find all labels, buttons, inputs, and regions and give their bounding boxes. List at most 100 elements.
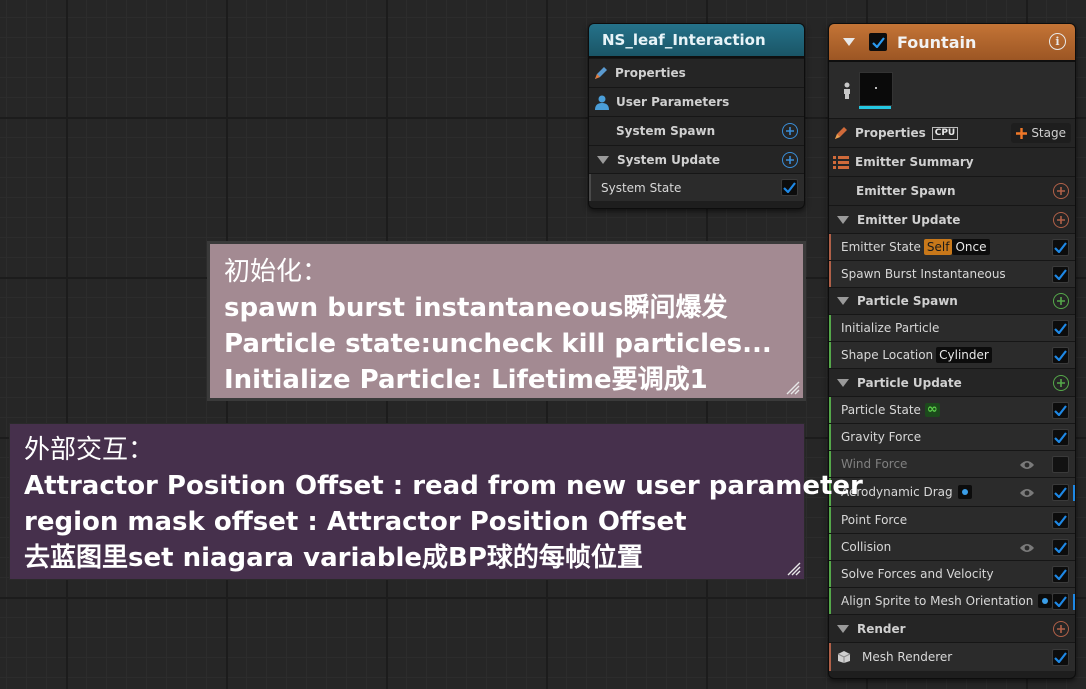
shape-location-checkbox[interactable] bbox=[1052, 347, 1069, 364]
collision-checkbox[interactable] bbox=[1052, 539, 1069, 556]
collapse-triangle-icon[interactable] bbox=[837, 378, 849, 387]
selection-marker bbox=[1073, 485, 1075, 501]
system-state-row[interactable]: System State bbox=[589, 173, 804, 201]
collapse-triangle-icon[interactable] bbox=[837, 297, 849, 305]
check-icon bbox=[1054, 432, 1067, 443]
shape-location-row[interactable]: Shape Location Cylinder bbox=[829, 341, 1075, 368]
mesh-renderer-row[interactable]: Mesh Renderer bbox=[829, 642, 1075, 671]
system-spawn-row[interactable]: System Spawn bbox=[589, 116, 804, 145]
emitter-update-row[interactable]: Emitter Update bbox=[829, 205, 1075, 233]
initialize-particle-label: Initialize Particle bbox=[841, 321, 940, 335]
emitter-title: Fountain bbox=[897, 32, 977, 52]
emitter-state-checkbox[interactable] bbox=[1052, 239, 1069, 256]
particle-update-row[interactable]: Particle Update bbox=[829, 368, 1075, 396]
comment-line: Attractor Position Offset : read from ne… bbox=[24, 471, 863, 501]
initialize-particle-row[interactable]: Initialize Particle bbox=[829, 314, 1075, 341]
stage-button[interactable]: Stage bbox=[1011, 123, 1071, 143]
user-parameters-label: User Parameters bbox=[616, 95, 730, 109]
comment-line: Particle state:uncheck kill particles... bbox=[224, 329, 772, 359]
add-particle-spawn-icon[interactable] bbox=[1053, 293, 1069, 309]
cube-icon bbox=[837, 651, 851, 663]
add-particle-update-icon[interactable] bbox=[1053, 375, 1069, 391]
spawn-burst-checkbox[interactable] bbox=[1052, 266, 1069, 283]
comment-box-initialization[interactable]: 初始化： spawn burst instantaneous瞬间爆发 Parti… bbox=[207, 241, 806, 401]
info-icon[interactable]: i bbox=[1049, 33, 1066, 50]
eye-icon[interactable] bbox=[1019, 459, 1035, 471]
once-badge: Once bbox=[952, 239, 990, 255]
emitter-spawn-row[interactable]: Emitter Spawn bbox=[829, 176, 1075, 205]
mesh-renderer-checkbox[interactable] bbox=[1052, 649, 1069, 666]
plus-icon bbox=[1016, 127, 1028, 139]
thumbnail-selected-underline bbox=[859, 106, 891, 109]
add-system-spawn-icon[interactable] bbox=[782, 123, 798, 139]
system-spawn-label: System Spawn bbox=[616, 124, 716, 138]
add-emitter-spawn-icon[interactable] bbox=[1053, 183, 1069, 199]
aerodynamic-drag-row[interactable]: Aerodynamic Drag bbox=[829, 477, 1075, 506]
particle-state-checkbox[interactable] bbox=[1052, 402, 1069, 419]
eye-icon[interactable] bbox=[1019, 487, 1035, 499]
particle-state-row[interactable]: Particle State ∞ bbox=[829, 396, 1075, 423]
system-state-checkbox[interactable] bbox=[781, 179, 798, 196]
system-update-row[interactable]: System Update bbox=[589, 145, 804, 173]
solve-forces-row[interactable]: Solve Forces and Velocity bbox=[829, 560, 1075, 587]
particle-spawn-row[interactable]: Particle Spawn bbox=[829, 287, 1075, 314]
gravity-force-row[interactable]: Gravity Force bbox=[829, 423, 1075, 450]
comment-line: Initialize Particle: Lifetime要调成1 bbox=[224, 365, 708, 395]
point-force-row[interactable]: Point Force bbox=[829, 506, 1075, 533]
collapse-triangle-icon[interactable] bbox=[837, 215, 849, 224]
spawn-burst-row[interactable]: Spawn Burst Instantaneous bbox=[829, 260, 1075, 287]
wind-force-checkbox[interactable] bbox=[1052, 456, 1069, 473]
pencil-icon bbox=[835, 127, 847, 139]
emitter-update-label: Emitter Update bbox=[857, 212, 961, 227]
system-node[interactable]: NS_leaf_Interaction Properties User Para… bbox=[588, 23, 805, 209]
emitter-node-header[interactable]: Fountain i bbox=[829, 24, 1075, 62]
emitter-enabled-checkbox[interactable] bbox=[869, 33, 887, 51]
aerodynamic-drag-checkbox[interactable] bbox=[1052, 484, 1069, 501]
check-icon bbox=[1054, 350, 1067, 361]
emitter-summary-row[interactable]: Emitter Summary bbox=[829, 147, 1075, 176]
emitter-properties-row[interactable]: Properties CPU Stage bbox=[829, 118, 1075, 147]
user-parameters-row[interactable]: User Parameters bbox=[589, 87, 804, 116]
emitter-spawn-label: Emitter Spawn bbox=[856, 184, 956, 198]
emitter-state-row[interactable]: Emitter State Self Once bbox=[829, 233, 1075, 260]
resize-grip-icon[interactable] bbox=[786, 381, 800, 395]
check-icon bbox=[783, 182, 796, 193]
comment-box-interaction[interactable]: 外部交互： Attractor Position Offset : read f… bbox=[9, 423, 863, 580]
comment-line: region mask offset : Attractor Position … bbox=[24, 507, 687, 537]
check-icon bbox=[1054, 542, 1067, 553]
collision-row[interactable]: Collision bbox=[829, 533, 1075, 560]
render-row[interactable]: Render bbox=[829, 614, 1075, 642]
add-system-update-icon[interactable] bbox=[782, 152, 798, 168]
collapse-triangle-icon[interactable] bbox=[597, 155, 609, 164]
system-node-title: NS_leaf_Interaction bbox=[602, 31, 766, 49]
shape-location-label: Shape Location bbox=[841, 348, 934, 362]
align-sprite-row[interactable]: Align Sprite to Mesh Orientation bbox=[829, 587, 1075, 614]
emitter-thumbnail[interactable] bbox=[859, 72, 893, 106]
emitter-node[interactable]: Fountain i Properties CPU Stage Emitter … bbox=[828, 23, 1076, 679]
pencil-icon bbox=[595, 67, 607, 79]
system-node-header[interactable]: NS_leaf_Interaction bbox=[589, 24, 804, 58]
align-sprite-checkbox[interactable] bbox=[1052, 593, 1069, 610]
add-renderer-icon[interactable] bbox=[1053, 621, 1069, 637]
emitter-collapse-triangle-icon[interactable] bbox=[843, 38, 855, 46]
check-icon bbox=[1054, 652, 1067, 663]
initialize-particle-checkbox[interactable] bbox=[1052, 320, 1069, 337]
gravity-force-checkbox[interactable] bbox=[1052, 429, 1069, 446]
align-sprite-label: Align Sprite to Mesh Orientation bbox=[841, 594, 1034, 608]
point-force-label: Point Force bbox=[841, 513, 908, 527]
resize-grip-icon[interactable] bbox=[787, 562, 801, 576]
system-state-label: System State bbox=[601, 180, 682, 195]
linked-input-icon bbox=[957, 485, 972, 499]
eye-icon[interactable] bbox=[1019, 542, 1035, 554]
system-properties-label: Properties bbox=[615, 66, 686, 80]
cpu-icon: CPU bbox=[931, 126, 959, 140]
selection-marker bbox=[1073, 594, 1075, 610]
system-properties-row[interactable]: Properties bbox=[589, 58, 804, 87]
linked-input-icon bbox=[1038, 594, 1053, 608]
add-emitter-update-icon[interactable] bbox=[1053, 212, 1069, 228]
point-force-checkbox[interactable] bbox=[1052, 512, 1069, 529]
wind-force-row[interactable]: Wind Force bbox=[829, 450, 1075, 477]
collapse-triangle-icon[interactable] bbox=[837, 624, 849, 633]
figure-icon[interactable] bbox=[841, 82, 853, 100]
solve-forces-checkbox[interactable] bbox=[1052, 566, 1069, 583]
